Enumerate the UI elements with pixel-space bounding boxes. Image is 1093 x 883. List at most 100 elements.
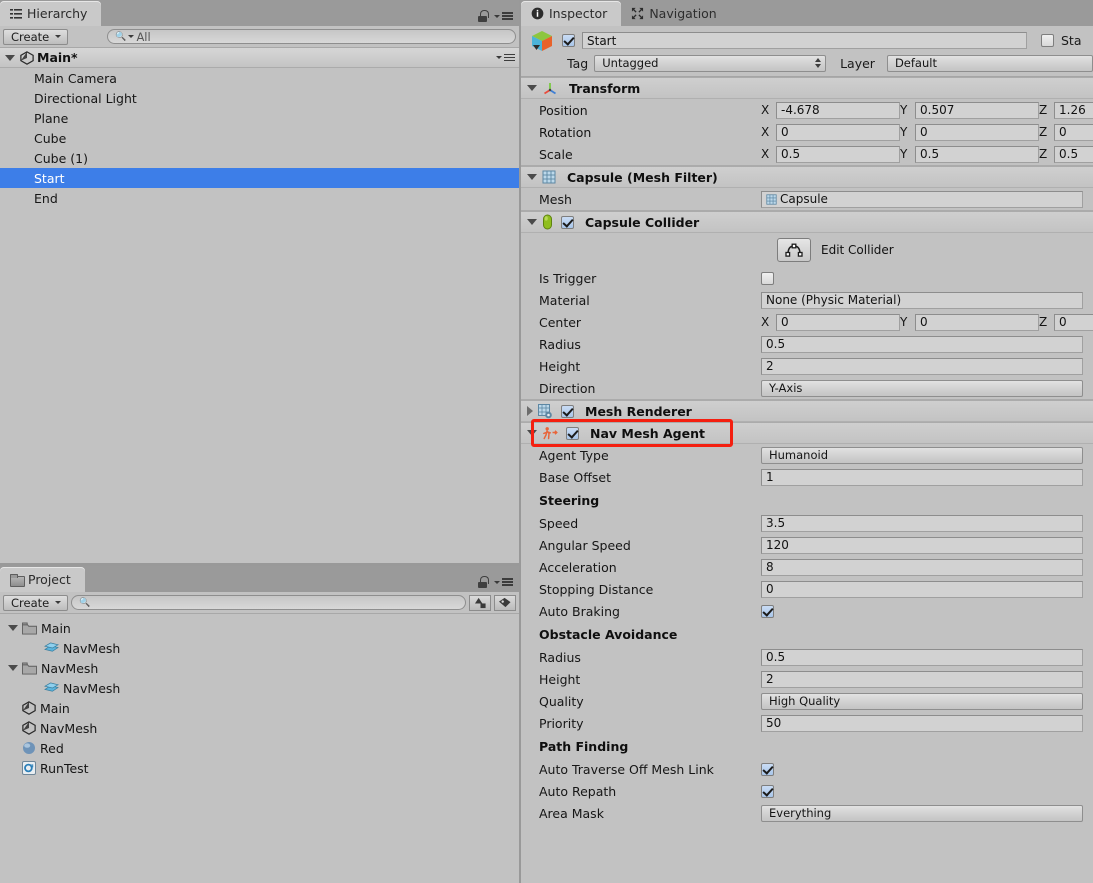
vector-x-input[interactable]: 0 [776,313,900,331]
hierarchy-item-cube-1[interactable]: Cube (1) [0,148,519,168]
tab-hierarchy[interactable]: Hierarchy [0,1,102,26]
hierarchy-item-start[interactable]: Start [0,168,519,188]
project-asset-list: Main NavMesh NavMesh NavMesh Main NavMesh Red R… [0,614,519,778]
is-trigger-checkbox[interactable] [761,271,774,285]
hierarchy-item-cube[interactable]: Cube [0,128,519,148]
project-search-input[interactable]: 🔍 [71,595,466,610]
vector-y-input[interactable]: 0 [915,313,1039,331]
tab-navigation[interactable]: Navigation [621,1,730,26]
hierarchy-search-input[interactable]: 🔍 All [107,29,516,44]
vector-x-input[interactable]: 0 [776,123,900,141]
property-row-direction: Direction Y-Axis [521,377,1093,399]
mesh-object-field[interactable]: Capsule [761,190,1083,208]
stopping-distance-input[interactable]: 0 [761,580,1083,598]
project-item[interactable]: Main [0,618,519,638]
project-item[interactable]: NavMesh [0,678,519,698]
vector-y-input[interactable]: 0.5 [915,145,1039,163]
collapse-triangle-icon[interactable] [527,219,537,225]
vector-z-input[interactable]: 0 [1054,313,1093,331]
property-row-height: Height 2 [521,668,1093,690]
hierarchy-create-button[interactable]: Create [3,28,69,45]
vector-z-input[interactable]: 0.5 [1054,145,1093,163]
expand-triangle-icon[interactable] [527,406,533,416]
lock-icon[interactable] [477,576,489,588]
expand-triangle-icon[interactable] [8,665,18,671]
lock-icon[interactable] [477,10,489,22]
tab-project[interactable]: Project [0,567,85,592]
property-row-acceleration: Acceleration 8 [521,556,1093,578]
project-create-button[interactable]: Create [3,594,69,611]
property-label: Radius [539,649,581,665]
quality-dropdown[interactable]: High Quality [761,692,1083,710]
vector-x-input[interactable]: 0.5 [776,145,900,163]
filter-by-label-icon[interactable] [494,594,516,611]
auto-braking-checkbox[interactable] [761,604,774,618]
acceleration-input[interactable]: 8 [761,558,1083,576]
auto-traverse-off-mesh-link-checkbox[interactable] [761,762,774,776]
info-icon [531,7,544,20]
collapse-triangle-icon[interactable] [527,174,537,180]
base-offset-input[interactable]: 1 [761,468,1083,486]
project-item[interactable]: NavMesh [0,658,519,678]
component-header-transform[interactable]: Transform [521,77,1093,99]
hierarchy-item-directional-light[interactable]: Directional Light [0,88,519,108]
hierarchy-item-plane[interactable]: Plane [0,108,519,128]
static-checkbox[interactable] [1041,34,1054,47]
project-item[interactable]: Red [0,738,519,758]
property-label: Direction [539,380,596,396]
project-item[interactable]: Main [0,698,519,718]
vector-z-input[interactable]: 0 [1054,123,1093,141]
radius-input[interactable]: 0.5 [761,648,1083,666]
vector-x-input[interactable]: -4.678 [776,101,900,119]
component-enabled-checkbox[interactable] [561,215,574,229]
component-header-nav-mesh-agent[interactable]: Nav Mesh Agent [521,422,1093,444]
project-item[interactable]: NavMesh [0,638,519,658]
hierarchy-scene-row[interactable]: Main* [0,48,519,68]
component-title: Capsule (Mesh Filter) [567,169,718,185]
filter-by-type-icon[interactable] [469,594,491,611]
priority-input[interactable]: 50 [761,714,1083,732]
auto-repath-checkbox[interactable] [761,784,774,798]
collapse-triangle-icon[interactable] [527,430,537,436]
agent-type-dropdown[interactable]: Humanoid [761,446,1083,464]
component-enabled-checkbox[interactable] [566,426,579,440]
direction-dropdown[interactable]: Y-Axis [761,379,1083,397]
speed-input[interactable]: 3.5 [761,514,1083,532]
tag-dropdown[interactable]: Untagged [594,54,827,72]
vector-y-input[interactable]: 0.507 [915,101,1039,119]
material-object-field[interactable]: None (Physic Material) [761,291,1083,309]
area-mask-dropdown[interactable]: Everything [761,804,1083,822]
section-label-obstacle-avoidance: Obstacle Avoidance [539,626,678,642]
component-enabled-checkbox[interactable] [561,404,574,418]
property-row-radius: Radius 0.5 [521,333,1093,355]
edit-collider-button[interactable] [777,238,811,262]
hierarchy-item-main-camera[interactable]: Main Camera [0,68,519,88]
axis-label-z: Z [1039,147,1048,161]
angular-speed-input[interactable]: 120 [761,536,1083,554]
panel-menu-icon[interactable] [494,578,513,586]
height-input[interactable]: 2 [761,357,1083,375]
object-enabled-checkbox[interactable] [562,34,575,47]
radius-input[interactable]: 0.5 [761,335,1083,353]
expand-triangle-icon[interactable] [8,625,18,631]
component-header-capsule-mesh-filter[interactable]: Capsule (Mesh Filter) [521,166,1093,188]
scene-expand-triangle-icon[interactable] [5,54,15,61]
component-header-capsule-collider[interactable]: Capsule Collider [521,211,1093,233]
height-input[interactable]: 2 [761,670,1083,688]
project-item[interactable]: NavMesh [0,718,519,738]
vector-y-input[interactable]: 0 [915,123,1039,141]
nav-mesh-agent-icon [542,426,558,441]
scene-menu-icon[interactable] [496,53,515,62]
layer-dropdown[interactable]: Default [886,54,1093,72]
component-header-mesh-renderer[interactable]: Mesh Renderer [521,400,1093,422]
tab-inspector[interactable]: Inspector [521,1,622,26]
project-item-label: NavMesh [63,640,121,656]
axis-label-y: Y [900,315,908,329]
hierarchy-item-end[interactable]: End [0,188,519,208]
object-name-input[interactable]: Start [582,32,1027,49]
project-item[interactable]: RunTest [0,758,519,778]
unity-editor-window: Hierarchy Create 🔍 All Main* Main Camera… [0,0,1093,883]
panel-menu-icon[interactable] [494,12,513,20]
collapse-triangle-icon[interactable] [527,85,537,91]
vector-z-input[interactable]: 1.26 [1054,101,1093,119]
